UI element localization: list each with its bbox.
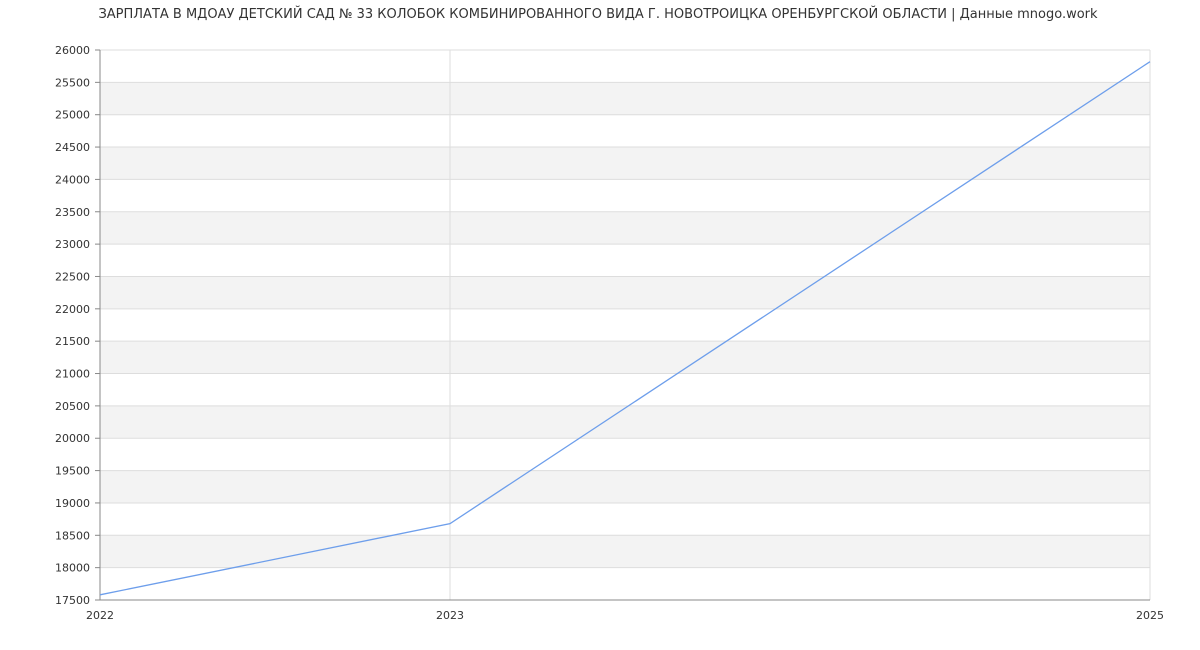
x-tick-label: 2025 [1136,609,1164,622]
background-band [100,341,1150,374]
y-tick-label: 24500 [55,141,90,154]
y-tick-label: 23000 [55,238,90,251]
series-line [99,61,1151,596]
y-axis-ticks: 17500 18000 18500 19000 19500 20000 20500 21000… [55,44,100,607]
y-tick-label: 22500 [55,270,90,283]
background-band [100,470,1150,503]
y-tick-label: 17500 [55,594,90,607]
background-band [100,82,1150,115]
y-tick-label: 21500 [55,335,90,348]
y-tick-label: 21000 [55,368,90,381]
y-tick-label: 24000 [55,173,90,186]
background-bands [100,82,1150,568]
background-band [100,276,1150,309]
y-tick-label: 19000 [55,497,90,510]
background-band [100,211,1150,245]
axes [99,50,1150,601]
y-tick-label: 26000 [55,44,90,57]
x-tick-label: 2023 [436,609,464,622]
y-tick-label: 18500 [55,529,90,542]
background-band [100,405,1150,439]
chart: 17500 18000 18500 19000 19500 20000 20500 21000… [0,0,1200,650]
y-tick-label: 23500 [55,206,90,219]
y-tick-label: 20000 [55,432,90,445]
series-layer [99,61,1151,596]
y-tick-label: 25000 [55,109,90,122]
chart-title: ЗАРПЛАТА В МДОАУ ДЕТСКИЙ САД № 33 КОЛОБО… [98,6,1098,22]
y-tick-label: 19500 [55,465,90,478]
chart-canvas: 17500 18000 18500 19000 19500 20000 20500 21000… [55,6,1164,622]
grid-lines [99,49,1151,601]
x-axis-ticks: 2022 2023 2025 [86,609,1164,622]
y-tick-label: 22000 [55,303,90,316]
y-tick-label: 18000 [55,562,90,575]
y-tick-label: 25500 [55,76,90,89]
y-tick-label: 20500 [55,400,90,413]
background-band [100,147,1150,180]
x-tick-label: 2022 [86,609,114,622]
